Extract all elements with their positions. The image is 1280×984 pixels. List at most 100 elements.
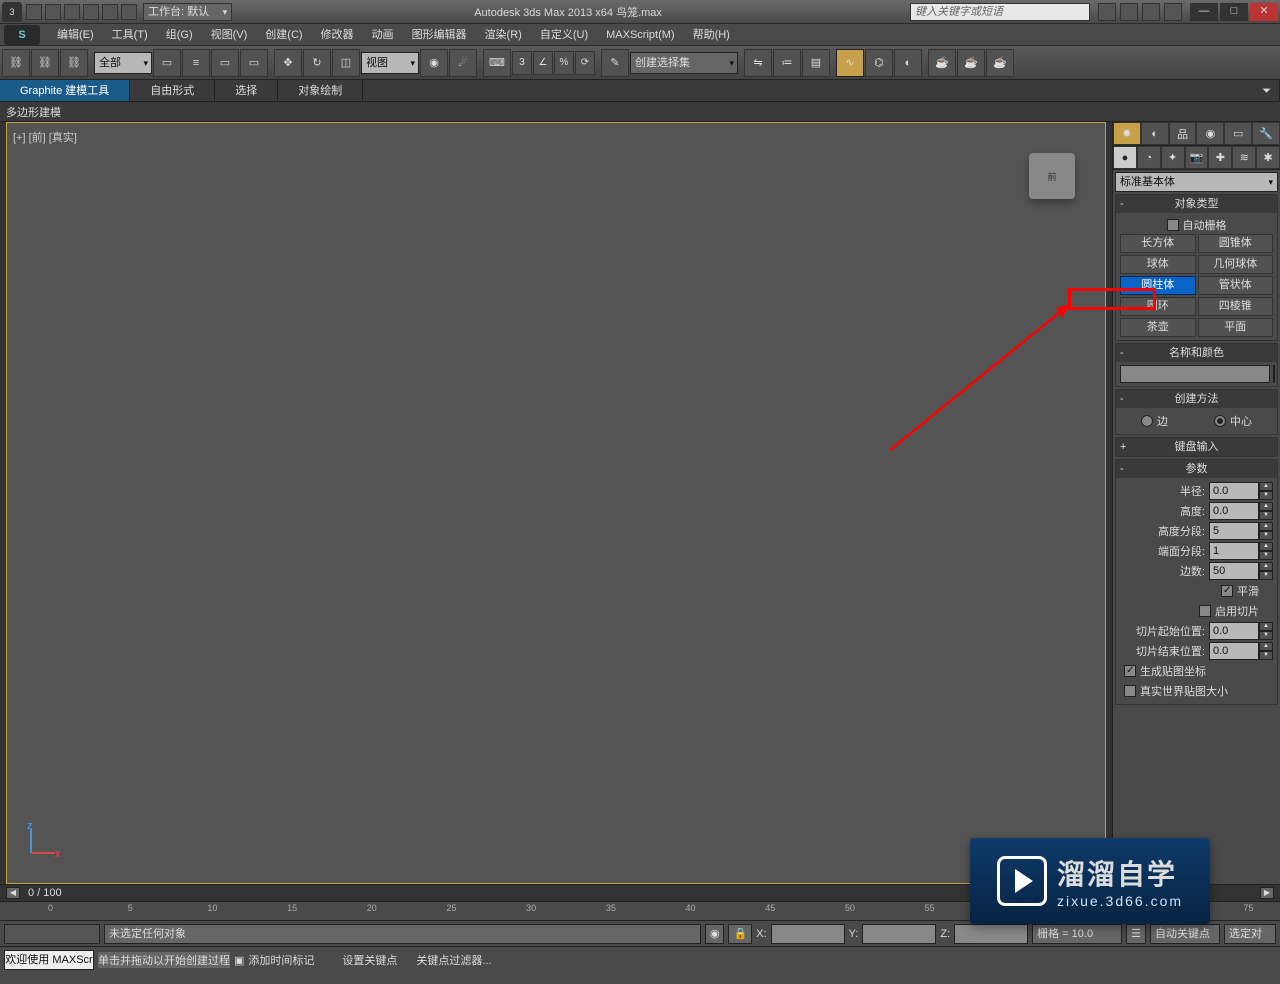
radius-spinner[interactable]: ▲▼ xyxy=(1209,482,1273,500)
menu-group[interactable]: 组(G) xyxy=(157,25,202,45)
menu-help[interactable]: 帮助(H) xyxy=(684,25,739,45)
selection-lock-icon[interactable] xyxy=(4,924,100,944)
bind-tool-icon[interactable]: ⛓ xyxy=(60,49,88,77)
menu-view[interactable]: 视图(V) xyxy=(202,25,257,45)
object-name-input[interactable] xyxy=(1120,365,1270,383)
maximize-button[interactable]: □ xyxy=(1220,3,1248,21)
workspace-selector[interactable]: 工作台: 默认 xyxy=(143,3,232,21)
angle-snap-icon[interactable]: ∠ xyxy=(533,51,553,75)
rollout-head-object-type[interactable]: -对象类型 xyxy=(1116,195,1277,213)
menu-edit[interactable]: 编辑(E) xyxy=(48,25,103,45)
application-menu-button[interactable]: S xyxy=(4,25,40,45)
percent-snap-icon[interactable]: % xyxy=(554,51,574,75)
tab-freeform[interactable]: 自由形式 xyxy=(130,80,215,101)
save-icon[interactable] xyxy=(64,4,80,20)
selected-button[interactable]: 选定对 xyxy=(1224,924,1276,944)
named-selection-dropdown[interactable]: 创建选择集 xyxy=(630,52,738,74)
rotate-icon[interactable]: ↻ xyxy=(303,49,331,77)
comm-center-icon[interactable]: ☰ xyxy=(1126,924,1146,944)
sphere-button[interactable]: 球体 xyxy=(1120,255,1196,274)
motion-tab-icon[interactable]: ◉ xyxy=(1196,122,1224,145)
tab-graphite[interactable]: Graphite 建模工具 xyxy=(0,80,130,101)
utilities-tab-icon[interactable]: 🔧 xyxy=(1252,122,1280,145)
modify-tab-icon[interactable]: ◐ xyxy=(1141,122,1169,145)
maxscript-mini-listener[interactable]: 欢迎使用 MAXScr xyxy=(4,950,94,970)
menu-tools[interactable]: 工具(T) xyxy=(103,25,157,45)
cylinder-button[interactable]: 圆柱体 xyxy=(1120,276,1196,295)
select-object-icon[interactable]: ▭ xyxy=(153,49,181,77)
sides-spinner[interactable]: ▲▼ xyxy=(1209,562,1273,580)
material-editor-icon[interactable]: ◐ xyxy=(894,49,922,77)
exchange-icon[interactable] xyxy=(1142,3,1160,21)
edge-radio[interactable] xyxy=(1141,415,1153,427)
tab-selection[interactable]: 选择 xyxy=(215,80,278,101)
mirror-icon[interactable]: ⇋ xyxy=(744,49,772,77)
x-coord-input[interactable] xyxy=(771,924,845,944)
curve-editor-icon[interactable]: ∿ xyxy=(836,49,864,77)
create-tab-icon[interactable]: ✸ xyxy=(1113,122,1141,145)
link-tool-icon[interactable]: ⛓ xyxy=(2,49,30,77)
menu-modifiers[interactable]: 修改器 xyxy=(312,25,363,45)
menu-grapheditors[interactable]: 图形编辑器 xyxy=(403,25,476,45)
geosphere-button[interactable]: 几何球体 xyxy=(1198,255,1274,274)
app-icon[interactable]: 3 xyxy=(2,2,22,22)
rollout-head-creation-method[interactable]: -创建方法 xyxy=(1116,390,1277,408)
rollout-head-parameters[interactable]: -参数 xyxy=(1116,460,1277,478)
search-input[interactable]: 键入关键字或短语 xyxy=(910,3,1090,21)
keyboard-shortcut-icon[interactable]: ⌨ xyxy=(483,49,511,77)
cameras-subtab-icon[interactable]: 📷 xyxy=(1185,146,1209,169)
autokey-button[interactable]: 自动关键点 xyxy=(1150,924,1220,944)
plane-button[interactable]: 平面 xyxy=(1198,318,1274,337)
schematic-view-icon[interactable]: ⌬ xyxy=(865,49,893,77)
tab-object-paint[interactable]: 对象绘制 xyxy=(278,80,363,101)
lights-subtab-icon[interactable]: ✦ xyxy=(1161,146,1185,169)
render-setup-icon[interactable]: ☕ xyxy=(928,49,956,77)
new-icon[interactable] xyxy=(26,4,42,20)
rollout-head-keyboard-entry[interactable]: +键盘输入 xyxy=(1116,438,1277,456)
range-left-icon[interactable]: ◀ xyxy=(6,887,20,899)
menu-create[interactable]: 创建(C) xyxy=(256,25,311,45)
selection-filter-dropdown[interactable]: 全部 xyxy=(94,52,152,74)
teapot-button[interactable]: 茶壶 xyxy=(1120,318,1196,337)
range-right-icon[interactable]: ▶ xyxy=(1260,887,1274,899)
menu-customize[interactable]: 自定义(U) xyxy=(531,25,597,45)
category-dropdown[interactable]: 标准基本体 xyxy=(1115,172,1278,192)
edit-selection-set-icon[interactable]: ✎ xyxy=(601,49,629,77)
viewport-front[interactable]: [+] [前] [真实] 前 z x xyxy=(6,122,1106,884)
rendered-frame-icon[interactable]: ☕ xyxy=(957,49,985,77)
window-crossing-icon[interactable]: ▭ xyxy=(240,49,268,77)
undo-icon[interactable] xyxy=(83,4,99,20)
pivot-icon[interactable]: ◉ xyxy=(420,49,448,77)
display-tab-icon[interactable]: ▭ xyxy=(1224,122,1252,145)
minimize-button[interactable]: — xyxy=(1190,3,1218,21)
pyramid-button[interactable]: 四棱锥 xyxy=(1198,297,1274,316)
menu-maxscript[interactable]: MAXScript(M) xyxy=(597,25,683,45)
close-button[interactable]: ✕ xyxy=(1250,3,1278,21)
menu-animation[interactable]: 动画 xyxy=(363,25,403,45)
time-tag-icon[interactable]: ▣ xyxy=(234,954,244,967)
render-icon[interactable]: ☕ xyxy=(986,49,1014,77)
key-filter-button[interactable]: 关键点过滤器... xyxy=(416,952,516,968)
lock-icon[interactable]: 🔒 xyxy=(728,924,752,944)
slice-to-spinner[interactable]: ▲▼ xyxy=(1209,642,1273,660)
box-button[interactable]: 长方体 xyxy=(1120,234,1196,253)
unlink-tool-icon[interactable]: ⛓ xyxy=(31,49,59,77)
rollout-head-name-color[interactable]: -名称和颜色 xyxy=(1116,344,1277,362)
menu-rendering[interactable]: 渲染(R) xyxy=(476,25,531,45)
redo-icon[interactable] xyxy=(102,4,118,20)
cap-segs-spinner[interactable]: ▲▼ xyxy=(1209,542,1273,560)
geometry-subtab-icon[interactable]: ● xyxy=(1113,146,1137,169)
slice-from-spinner[interactable]: ▲▼ xyxy=(1209,622,1273,640)
open-icon[interactable] xyxy=(45,4,61,20)
viewcube[interactable]: 前 xyxy=(1029,153,1075,199)
ribbon-toggle-icon[interactable]: ⏷ xyxy=(1254,80,1280,101)
manipulate-icon[interactable]: ☄ xyxy=(449,49,477,77)
link-icon[interactable] xyxy=(121,4,137,20)
star-icon[interactable] xyxy=(1120,3,1138,21)
add-time-tag[interactable]: 添加时间标记 xyxy=(248,952,338,968)
isolate-icon[interactable]: ◉ xyxy=(705,924,725,944)
spinner-snap-icon[interactable]: ⟳ xyxy=(575,51,595,75)
height-spinner[interactable]: ▲▼ xyxy=(1209,502,1273,520)
cone-button[interactable]: 圆锥体 xyxy=(1198,234,1274,253)
helpers-subtab-icon[interactable]: ✚ xyxy=(1208,146,1232,169)
